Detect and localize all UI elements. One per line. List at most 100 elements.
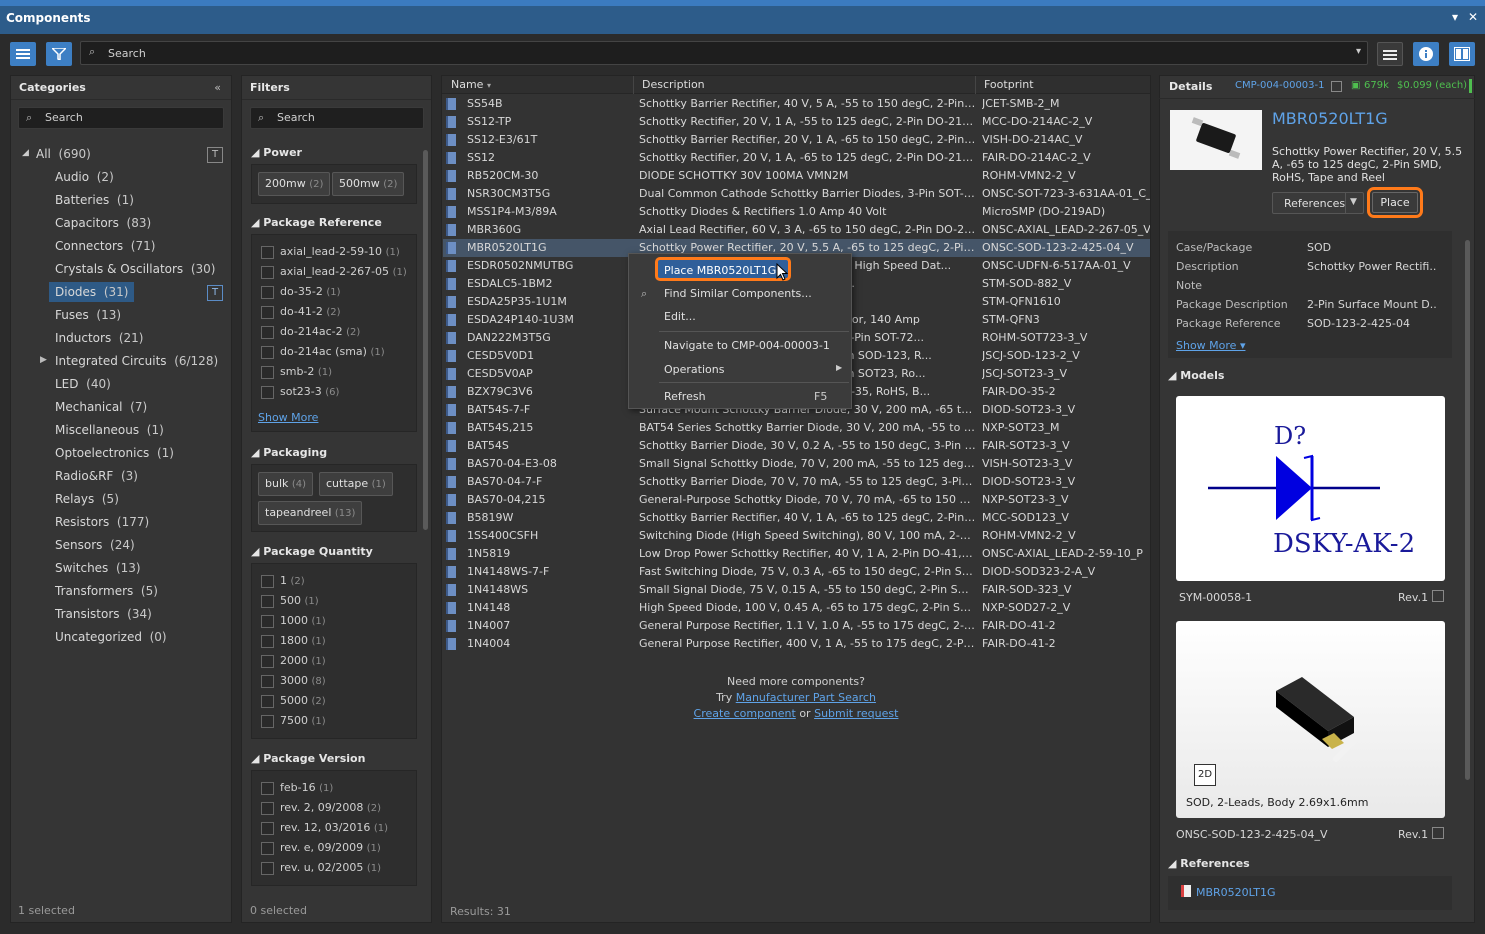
- category-fuses[interactable]: Fuses (13): [55, 305, 121, 325]
- search-input[interactable]: ⌕ Search ▾: [80, 41, 1368, 65]
- category-miscellaneous[interactable]: Miscellaneous (1): [55, 420, 164, 440]
- filter-checkbox[interactable]: rev. 2, 09/2008 (2): [261, 800, 381, 818]
- package-reference-section-header[interactable]: ◢ Package Reference: [251, 216, 382, 229]
- checkbox[interactable]: [261, 305, 274, 319]
- checkbox[interactable]: [261, 634, 274, 648]
- column-divider[interactable]: [975, 76, 976, 94]
- models-section-header[interactable]: ◢ Models: [1168, 369, 1224, 382]
- table-row[interactable]: 1N4148WS-7-F Fast Switching Diode, 75 V, …: [443, 563, 1150, 581]
- checkbox[interactable]: [261, 594, 274, 608]
- checkbox[interactable]: [261, 345, 274, 359]
- place-button[interactable]: Place: [1367, 187, 1423, 218]
- filter-checkbox[interactable]: 2000 (1): [261, 653, 326, 671]
- category-transistors[interactable]: Transistors (34): [55, 604, 152, 624]
- category-batteries[interactable]: Batteries (1): [55, 190, 134, 210]
- category-uncategorized[interactable]: Uncategorized (0): [55, 627, 167, 647]
- checkbox[interactable]: [261, 821, 274, 835]
- table-row[interactable]: 1N4148WS Small Signal Diode, 75 V, 0.15 A…: [443, 581, 1150, 599]
- filter-checkbox[interactable]: do-214ac (sma) (1): [261, 344, 385, 362]
- search-dropdown-icon[interactable]: ▾: [1356, 46, 1361, 57]
- category-capacitors[interactable]: Capacitors (83): [55, 213, 151, 233]
- chevron-down-icon[interactable]: ▼: [1350, 197, 1357, 207]
- filter-toggle-icon[interactable]: T: [207, 285, 223, 301]
- category-relays[interactable]: Relays (5): [55, 489, 119, 509]
- panel-menu-icon[interactable]: ▾: [1452, 10, 1458, 24]
- category-inductors[interactable]: Inductors (21): [55, 328, 143, 348]
- checkbox[interactable]: [1331, 81, 1342, 92]
- table-row[interactable]: BAT54S Schottky Barrier Diode, 30 V, 0.2 …: [443, 437, 1150, 455]
- reference-link[interactable]: MBR0520LT1G: [1196, 886, 1276, 899]
- references-button[interactable]: References ▼: [1272, 192, 1364, 214]
- table-row[interactable]: RB520CM-30 DIODE SCHOTTKY 30V 100MA VMN2M…: [443, 167, 1150, 185]
- table-row[interactable]: 1N4007 General Purpose Rectifier, 1.1 V, …: [443, 617, 1150, 635]
- filter-checkbox[interactable]: do-41-2 (2): [261, 304, 341, 322]
- part-number[interactable]: MBR0520LT1G: [1272, 109, 1388, 128]
- category-mechanical[interactable]: Mechanical (7): [55, 397, 147, 417]
- footprint-preview[interactable]: 2D SOD, 2-Leads, Body 2.69x1.6mm: [1176, 621, 1445, 818]
- navigate-menu-item[interactable]: Navigate to CMP-004-00003-1: [664, 339, 830, 352]
- split-view-button[interactable]: [1449, 42, 1475, 66]
- category-integrated-circuits[interactable]: Integrated Circuits (6/128): [55, 351, 218, 371]
- checkbox[interactable]: [261, 781, 274, 795]
- footprint-checkbox[interactable]: [1432, 827, 1444, 839]
- checkbox[interactable]: [261, 574, 274, 588]
- 2d-toggle-badge[interactable]: 2D: [1194, 764, 1216, 786]
- filter-chip-200mw[interactable]: 200mw (2): [258, 172, 331, 196]
- filters-search-input[interactable]: ⌕ Search: [250, 107, 424, 129]
- checkbox[interactable]: [261, 694, 274, 708]
- table-row[interactable]: 1N4148 High Speed Diode, 100 V, 0.45 A, -…: [443, 599, 1150, 617]
- filter-chip-cuttape[interactable]: cuttape (1): [319, 472, 393, 496]
- table-row[interactable]: MBR360G Axial Lead Rectifier, 60 V, 3 A, …: [443, 221, 1150, 239]
- details-scrollbar[interactable]: [1465, 240, 1470, 780]
- edit-menu-item[interactable]: Edit...: [664, 310, 696, 323]
- checkbox[interactable]: [261, 245, 274, 259]
- category-connectors[interactable]: Connectors (71): [55, 236, 155, 256]
- table-row[interactable]: NSR30CM3T5G Dual Common Cathode Schottky …: [443, 185, 1150, 203]
- close-icon[interactable]: ✕: [1468, 10, 1478, 24]
- checkbox[interactable]: [261, 841, 274, 855]
- table-row[interactable]: BAS70-04,215 General-Purpose Schottky Dio…: [443, 491, 1150, 509]
- category-switches[interactable]: Switches (13): [55, 558, 141, 578]
- column-header-description[interactable]: Description: [642, 78, 705, 91]
- table-row[interactable]: BAS70-04-E3-08 Small Signal Schottky Diod…: [443, 455, 1150, 473]
- package-quantity-section-header[interactable]: ◢ Package Quantity: [251, 545, 373, 558]
- table-row[interactable]: BAS70-04-7-F Schottky Barrier Diode, 70 V…: [443, 473, 1150, 491]
- symbol-checkbox[interactable]: [1432, 590, 1444, 602]
- package-version-section-header[interactable]: ◢ Package Version: [251, 752, 365, 765]
- component-id[interactable]: CMP-004-00003-1: [1235, 80, 1325, 91]
- details-toggle-button[interactable]: [1413, 42, 1439, 66]
- find-similar-menu-item[interactable]: Find Similar Components...: [664, 287, 812, 300]
- category-radio-rf[interactable]: Radio&RF (3): [55, 466, 138, 486]
- checkbox[interactable]: [261, 714, 274, 728]
- filter-checkbox[interactable]: do-35-2 (1): [261, 284, 341, 302]
- filter-checkbox[interactable]: rev. 12, 03/2016 (1): [261, 820, 388, 838]
- filter-checkbox[interactable]: 1 (2): [261, 573, 305, 591]
- table-row[interactable]: 1SS400CSFH Switching Diode (High Speed Sw…: [443, 527, 1150, 545]
- place-menu-item[interactable]: Place MBR0520LT1G: [655, 257, 791, 281]
- filter-button[interactable]: [46, 42, 72, 66]
- packaging-section-header[interactable]: ◢ Packaging: [251, 446, 327, 459]
- category-sensors[interactable]: Sensors (24): [55, 535, 135, 555]
- expand-icon[interactable]: ▶: [40, 355, 47, 365]
- category-led[interactable]: LED (40): [55, 374, 111, 394]
- filter-checkbox[interactable]: smb-2 (1): [261, 364, 332, 382]
- references-section-header[interactable]: ◢ References: [1168, 857, 1250, 870]
- filter-checkbox[interactable]: sot23-3 (6): [261, 384, 339, 402]
- menu-button[interactable]: [1377, 42, 1403, 66]
- submit-request-link[interactable]: Submit request: [814, 707, 898, 720]
- checkbox[interactable]: [261, 861, 274, 875]
- table-row[interactable]: 1N4004 General Purpose Rectifier, 400 V, …: [443, 635, 1150, 653]
- table-row[interactable]: SS12-TP Schottky Rectifier, 20 V, 1 A, -5…: [443, 113, 1150, 131]
- filter-checkbox[interactable]: 1000 (1): [261, 613, 326, 631]
- filter-checkbox[interactable]: rev. u, 02/2005 (1): [261, 860, 381, 878]
- checkbox[interactable]: [261, 285, 274, 299]
- filter-checkbox[interactable]: do-214ac-2 (2): [261, 324, 360, 342]
- collapse-icon[interactable]: «: [214, 76, 221, 100]
- filter-checkbox[interactable]: 7500 (1): [261, 713, 326, 731]
- power-section-header[interactable]: ◢ Power: [251, 146, 302, 159]
- expand-all-icon[interactable]: ◢: [22, 148, 29, 158]
- details-show-more-link[interactable]: Show More ▾: [1176, 339, 1245, 352]
- checkbox[interactable]: [261, 265, 274, 279]
- filter-checkbox[interactable]: 1800 (1): [261, 633, 326, 651]
- category-all[interactable]: All (690): [36, 144, 91, 164]
